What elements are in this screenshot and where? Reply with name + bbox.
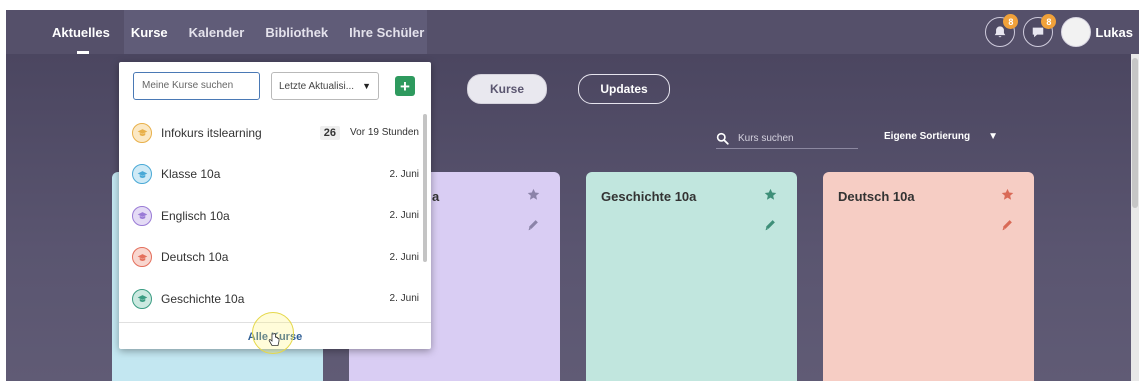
course-card-title: Deutsch 10a: [838, 189, 915, 204]
list-item[interactable]: Englisch 10a 2. Juni: [119, 195, 423, 237]
pencil-icon[interactable]: [1001, 219, 1013, 231]
sort-dropdown[interactable]: Eigene Sortierung ▼: [884, 131, 998, 142]
main-nav: Aktuelles Kurse Kalender Bibliothek Ihre…: [6, 10, 445, 54]
course-date: 2. Juni: [389, 293, 419, 305]
pencil-icon[interactable]: [764, 219, 776, 231]
sort-label: Eigene Sortierung: [884, 131, 971, 142]
toggle-kurse-button[interactable]: Kurse: [467, 74, 547, 104]
course-card[interactable]: Geschichte 10a: [586, 172, 797, 381]
star-icon[interactable]: [527, 188, 540, 201]
graduation-cap-icon: [137, 129, 147, 137]
course-date: 2. Juni: [389, 168, 419, 180]
course-card-title: Geschichte 10a: [601, 189, 697, 204]
course-name: Deutsch 10a: [161, 250, 229, 265]
star-icon[interactable]: [764, 188, 777, 201]
toggle-updates-button[interactable]: Updates: [578, 74, 670, 104]
graduation-cap-icon: [137, 212, 147, 220]
chevron-down-icon: ▼: [988, 131, 999, 142]
search-icon: [716, 132, 729, 145]
nav-item-bibliothek[interactable]: Bibliothek: [265, 25, 328, 40]
course-icon: [132, 122, 152, 143]
courses-list: Infokurs itslearning 26 Vor 19 Stunden K…: [119, 112, 423, 320]
user-name[interactable]: Lukas: [1095, 25, 1133, 40]
nav-item-ihre-schueler[interactable]: Ihre Schüler: [349, 25, 424, 40]
course-name: Geschichte 10a: [161, 291, 245, 306]
chevron-down-icon: ▼: [362, 81, 371, 91]
course-search: [716, 128, 858, 149]
course-update-count: 26: [319, 125, 340, 140]
course-name: Englisch 10a: [161, 208, 230, 223]
nav-item-kurse[interactable]: Kurse: [131, 25, 168, 40]
notifications-badge: 8: [1003, 14, 1019, 29]
top-nav-bar: Aktuelles Kurse Kalender Bibliothek Ihre…: [6, 10, 1139, 54]
course-date: Vor 19 Stunden: [350, 127, 419, 139]
course-date: 2. Juni: [389, 251, 419, 263]
list-item[interactable]: Klasse 10a 2. Juni: [119, 154, 423, 196]
all-courses-link[interactable]: Alle Kurse: [248, 331, 302, 343]
list-item[interactable]: Infokurs itslearning 26 Vor 19 Stunden: [119, 112, 423, 154]
pencil-icon[interactable]: [527, 219, 539, 231]
add-course-button[interactable]: +: [395, 76, 415, 96]
list-item[interactable]: Deutsch 10a 2. Juni: [119, 237, 423, 279]
nav-item-kalender[interactable]: Kalender: [189, 25, 245, 40]
course-name: Klasse 10a: [161, 167, 221, 182]
courses-list-scrollbar[interactable]: [423, 114, 427, 262]
graduation-cap-icon: [137, 295, 147, 303]
messages-badge: 8: [1041, 14, 1057, 29]
courses-dropdown-panel: Letzte Aktualisi... ▼ + Infokurs itslear…: [119, 62, 431, 349]
my-courses-search-input[interactable]: [142, 73, 252, 97]
course-card[interactable]: Deutsch 10a: [823, 172, 1034, 381]
course-icon: [132, 164, 152, 185]
dropdown-footer: Alle Kurse: [119, 322, 431, 350]
graduation-cap-icon: [137, 170, 147, 178]
my-courses-search: [133, 72, 260, 100]
course-card-title: a: [432, 189, 440, 204]
nav-item-aktuelles[interactable]: Aktuelles: [52, 25, 110, 40]
page-scrollbar-thumb[interactable]: [1132, 58, 1138, 208]
course-name: Infokurs itslearning: [161, 125, 262, 140]
page-scrollbar[interactable]: [1131, 54, 1139, 381]
courses-sort-select[interactable]: Letzte Aktualisi... ▼: [271, 72, 379, 100]
list-item[interactable]: Geschichte 10a 2. Juni: [119, 278, 423, 320]
course-date: 2. Juni: [389, 210, 419, 222]
notifications-button[interactable]: 8: [985, 14, 1019, 47]
page: Aktuelles Kurse Kalender Bibliothek Ihre…: [0, 0, 1139, 381]
course-search-input[interactable]: [738, 132, 848, 144]
star-icon[interactable]: [1001, 188, 1014, 201]
courses-sort-select-value: Letzte Aktualisi...: [279, 80, 355, 92]
course-icon: [132, 205, 152, 226]
course-icon: [132, 288, 152, 309]
messages-button[interactable]: 8: [1023, 14, 1057, 47]
course-icon: [132, 247, 152, 268]
user-controls: 8 8 Lukas: [977, 10, 1133, 54]
graduation-cap-icon: [137, 253, 147, 261]
avatar[interactable]: [1061, 17, 1092, 47]
